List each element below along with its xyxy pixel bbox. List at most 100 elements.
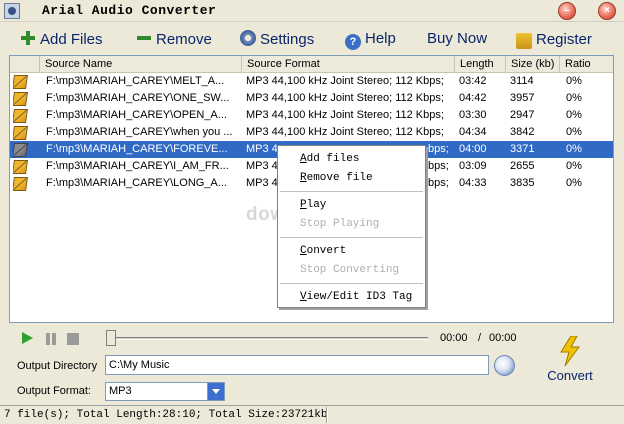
cell-source-name: F:\mp3\MARIAH_CAREY\ONE_SW... [46,92,230,104]
cell-source-format: MP3 44,100 kHz Joint Stereo; 112 Kbps; [246,107,456,124]
column-header-source-name[interactable]: Source Name [40,56,242,72]
menu-item-add-files-label: dd files [306,153,360,165]
cell-length: 04:34 [459,126,487,138]
cell-source-name: F:\mp3\MARIAH_CAREY\OPEN_A... [46,109,227,121]
toolbar: Add Files Remove Settings ? Help Buy Now … [0,25,624,53]
menu-item-remove-file-label: emove file [306,172,373,184]
remove-button[interactable]: Remove [136,30,212,50]
add-files-label: Add Files [40,31,103,48]
audio-file-icon [13,92,28,106]
output-format-label: Output Format: [17,385,91,397]
status-text: 7 file(s); Total Length:28:10; Total Siz… [4,409,328,421]
cell-ratio: 0% [566,143,582,155]
output-format-value: MP3 [109,385,132,397]
audio-file-icon-cell [13,124,31,141]
audio-file-icon [13,160,28,174]
cell-size: 3842 [510,126,535,138]
app-icon[interactable] [4,3,20,19]
audio-file-icon [13,177,28,191]
cell-length: 03:09 [459,160,487,172]
audio-file-icon [13,143,28,157]
cell-size: 3371 [510,143,535,155]
audio-file-icon-cell [13,141,31,158]
close-button[interactable]: × [598,2,616,20]
cell-source-format-tail: bps; [428,143,449,155]
minimize-icon: – [564,5,570,16]
menu-item-remove-file-key: R [300,172,307,184]
buy-now-label: Buy Now [427,30,488,47]
browse-icon[interactable] [494,355,515,376]
buy-now-button[interactable]: Buy Now [427,30,487,50]
output-directory-input[interactable] [105,355,489,375]
dropdown-arrow-icon[interactable] [207,383,224,400]
settings-label: Settings [260,31,315,48]
audio-file-icon [13,109,28,123]
cell-ratio: 0% [566,109,582,121]
menu-item-convert[interactable]: Convert [300,244,346,258]
cell-source-format-text: MP3 44,100 kHz Joint Stereo; 112 Kbps; [246,75,444,87]
cell-ratio: 0% [566,92,582,104]
cell-length: 04:33 [459,177,487,189]
time-separator: / [478,332,482,344]
register-label: Register [536,31,592,48]
add-files-button[interactable]: Add Files [20,30,103,50]
cell-size: 3835 [510,177,535,189]
column-header-ratio[interactable]: Ratio [560,56,613,72]
register-button[interactable]: Register [516,30,592,50]
stop-icon[interactable] [67,333,79,345]
audio-file-icon [13,126,28,140]
menu-separator [280,237,423,238]
table-row[interactable]: F:\mp3\MARIAH_CAREY\ONE_SW... MP3 44,100 … [10,90,613,107]
menu-item-remove-file[interactable]: Remove file [300,171,373,185]
help-label: Help [365,30,396,47]
pause-icon[interactable] [45,333,57,345]
help-button[interactable]: ? Help [345,30,396,50]
settings-button[interactable]: Settings [240,30,314,50]
play-icon[interactable] [22,332,33,344]
cell-size: 3114 [510,75,534,87]
cell-source-format-text: MP3 4 [246,160,278,172]
seek-slider[interactable] [106,337,428,340]
menu-item-add-files[interactable]: Add files [300,152,359,166]
table-row[interactable]: F:\mp3\MARIAH_CAREY\when you ... MP3 44,1… [10,124,613,141]
cell-length: 03:30 [459,109,487,121]
audio-file-icon-cell [13,90,31,107]
menu-item-add-files-key: A [300,153,307,165]
convert-button[interactable]: Convert [535,336,605,388]
cell-source-name: F:\mp3\MARIAH_CAREY\LONG_A... [46,177,227,189]
menu-separator [280,191,423,192]
menu-item-stop-playing: Stop Playing [300,218,380,230]
output-directory-label: Output Directory [17,360,98,372]
cell-ratio: 0% [566,126,582,138]
cell-source-name: F:\mp3\MARIAH_CAREY\MELT_A... [46,75,225,87]
table-row[interactable]: F:\mp3\MARIAH_CAREY\OPEN_A... MP3 44,100 … [10,107,613,124]
cell-source-name: F:\mp3\MARIAH_CAREY\I_AM_FR... [46,160,229,172]
minimize-button[interactable]: – [558,2,576,20]
table-row[interactable]: F:\mp3\MARIAH_CAREY\MELT_A... MP3 44,100 … [10,73,613,90]
audio-file-icon-cell [13,73,31,90]
column-header-length[interactable]: Length [455,56,506,72]
lock-icon [516,33,532,49]
cell-size: 2947 [510,109,535,121]
cell-size: 2655 [510,160,535,172]
seek-slider-thumb[interactable] [106,330,116,346]
current-time: 00:00 [440,332,468,344]
remove-label: Remove [156,31,212,48]
menu-item-play[interactable]: Play [300,198,326,212]
column-header-icon[interactable] [10,56,40,72]
convert-label: Convert [547,368,593,383]
cell-source-format-text: MP3 44,100 kHz Joint Stereo; 112 Kbps; [246,109,444,121]
title-bar: Arial Audio Converter – × [0,0,624,22]
cell-source-format-tail: bps; [428,160,449,172]
plus-icon [20,30,36,46]
lightning-bolt-icon [560,336,580,366]
cell-size: 3957 [510,92,535,104]
column-header-source-format[interactable]: Source Format [242,56,455,72]
menu-item-stop-converting: Stop Converting [300,264,400,276]
help-icon: ? [345,34,361,50]
column-header-size[interactable]: Size (kb) [506,56,560,72]
menu-item-view-edit-id3[interactable]: View/Edit ID3 Tag [300,290,412,304]
output-format-select[interactable]: MP3 [105,382,225,401]
menu-separator [280,283,423,284]
cell-ratio: 0% [566,177,582,189]
